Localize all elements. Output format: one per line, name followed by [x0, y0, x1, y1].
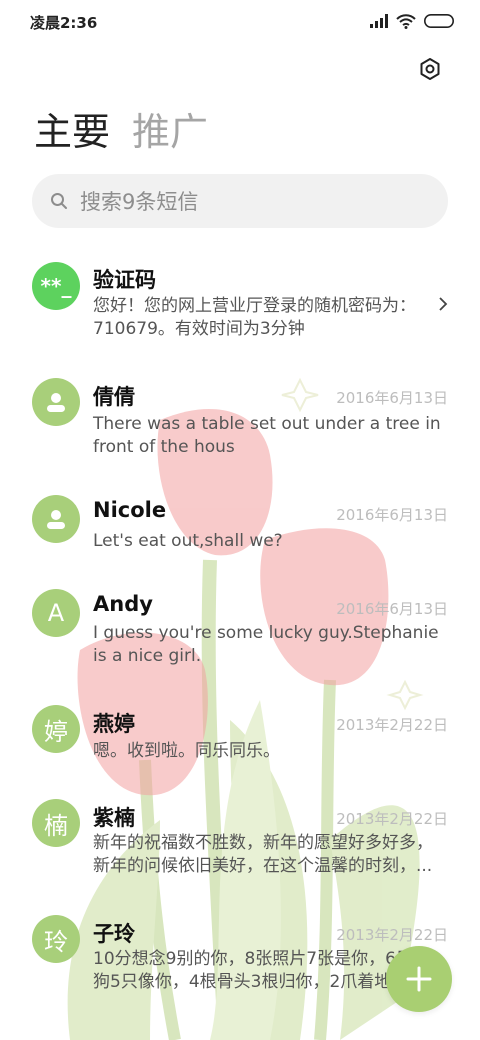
contact-name: 倩倩 [93, 385, 135, 409]
message-preview: 新年的祝福数不胜数，新年的愿望好多好多，新年的问候依旧美好，在这个温馨的时刻，.… [93, 833, 433, 876]
conversation-item[interactable]: Nicole 2016年6月13日 Let's eat out,shall we… [0, 493, 480, 563]
tab-promotions[interactable]: 推广 [132, 108, 208, 156]
avatar-character: 玲 [44, 927, 68, 956]
conversation-item[interactable]: A Andy 2016年6月13日 I guess you're some lu… [0, 587, 480, 683]
avatar: A [32, 589, 80, 637]
avatar [32, 378, 80, 426]
gear-icon [420, 58, 440, 80]
avatar-letter: A [47, 599, 65, 627]
contact-name: 验证码 [93, 268, 156, 292]
message-date: 2013年2月22日 [336, 810, 448, 828]
message-preview: Let's eat out,shall we? [93, 531, 283, 551]
contact-name: Nicole [93, 498, 167, 522]
wifi-icon [396, 13, 416, 29]
conversation-item[interactable]: 倩倩 2016年6月13日 There was a table set out … [0, 376, 480, 472]
message-preview: I guess you're some lucky guy.Stephanie … [93, 623, 439, 666]
battery-icon [424, 14, 454, 28]
chevron-right-icon[interactable] [438, 296, 448, 312]
conversation-item[interactable]: 楠 紫楠 2013年2月22日 新年的祝福数不胜数，新年的愿望好多好多，新年的问… [0, 797, 480, 893]
contact-name: Andy [93, 592, 153, 616]
avatar [32, 495, 80, 543]
avatar-character: 楠 [44, 811, 68, 840]
message-preview: 嗯。收到啦。同乐同乐。 [93, 741, 280, 761]
signal-icon [370, 14, 388, 28]
contact-name: 紫楠 [93, 806, 135, 830]
conversation-item[interactable]: **_ 验证码 您好！您的网上营业厅登录的随机密码为：710679。有效时间为3… [0, 258, 480, 354]
status-bar: 凌晨2:36 [0, 0, 480, 42]
message-preview: There was a table set out under a tree i… [93, 414, 441, 457]
status-icons [370, 12, 454, 30]
avatar: 楠 [32, 799, 80, 847]
message-date: 2016年6月13日 [336, 600, 448, 618]
avatar-text: **_ [40, 274, 72, 298]
person-icon [47, 510, 65, 529]
search-bar[interactable]: 搜索9条短信 [32, 174, 448, 228]
avatar: 玲 [32, 915, 80, 963]
message-date: 2013年2月22日 [336, 926, 448, 944]
message-preview: 您好！您的网上营业厅登录的随机密码为：710679。有效时间为3分钟 [93, 296, 416, 339]
conversation-item[interactable]: 婷 燕婷 2013年2月22日 嗯。收到啦。同乐同乐。 [0, 703, 480, 773]
avatar-character: 婷 [44, 717, 68, 746]
compose-button[interactable] [386, 946, 452, 1012]
message-date: 2013年2月22日 [336, 716, 448, 734]
settings-button[interactable] [416, 55, 444, 83]
tab-main[interactable]: 主要 [34, 108, 110, 156]
avatar: **_ [32, 262, 80, 310]
avatar: 婷 [32, 705, 80, 753]
person-icon [47, 393, 65, 412]
search-icon [51, 193, 67, 209]
search-placeholder: 搜索9条短信 [80, 190, 199, 214]
status-time: 凌晨2:36 [30, 14, 98, 32]
plus-icon [406, 966, 432, 992]
contact-name: 燕婷 [93, 712, 135, 736]
tab-bar: 主要 推广 [34, 108, 208, 156]
contact-name: 子玲 [93, 922, 135, 946]
message-date: 2016年6月13日 [336, 506, 448, 524]
message-date: 2016年6月13日 [336, 389, 448, 407]
